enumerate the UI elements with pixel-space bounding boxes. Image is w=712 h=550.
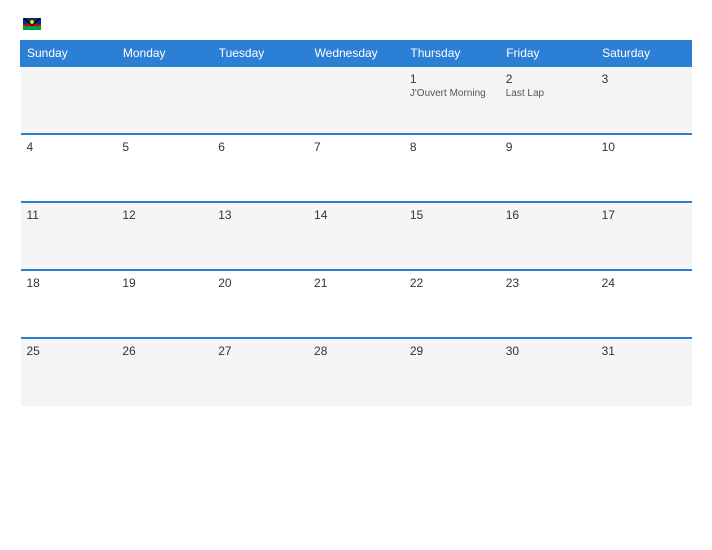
calendar-cell: 22 — [404, 270, 500, 338]
calendar-week-row: 25 26 27 28 29 30 31 — [21, 338, 692, 406]
calendar-cell: 6 — [212, 134, 308, 202]
logo-flag-icon — [23, 18, 41, 30]
calendar-cell: 27 — [212, 338, 308, 406]
calendar-cell — [308, 66, 404, 134]
day-number: 4 — [27, 140, 111, 154]
day-header-wednesday: Wednesday — [308, 41, 404, 67]
calendar-body: 1J'Ouvert Morning2Last Lap34567891011121… — [21, 66, 692, 406]
day-header-tuesday: Tuesday — [212, 41, 308, 67]
calendar-cell: 16 — [500, 202, 596, 270]
day-number: 21 — [314, 276, 398, 290]
calendar-cell: 25 — [21, 338, 117, 406]
day-number: 1 — [410, 72, 494, 86]
calendar-table: SundayMondayTuesdayWednesdayThursdayFrid… — [20, 40, 692, 406]
calendar-page: SundayMondayTuesdayWednesdayThursdayFrid… — [0, 0, 712, 550]
days-header-row: SundayMondayTuesdayWednesdayThursdayFrid… — [21, 41, 692, 67]
day-header-monday: Monday — [116, 41, 212, 67]
calendar-cell: 14 — [308, 202, 404, 270]
calendar-cell: 13 — [212, 202, 308, 270]
calendar-cell: 30 — [500, 338, 596, 406]
day-number: 14 — [314, 208, 398, 222]
calendar-cell — [116, 66, 212, 134]
day-number: 26 — [122, 344, 206, 358]
day-header-sunday: Sunday — [21, 41, 117, 67]
calendar-cell — [21, 66, 117, 134]
calendar-cell: 23 — [500, 270, 596, 338]
header — [20, 18, 692, 30]
calendar-cell: 20 — [212, 270, 308, 338]
day-number: 16 — [506, 208, 590, 222]
day-number: 19 — [122, 276, 206, 290]
event-label: Last Lap — [506, 88, 590, 99]
calendar-cell: 9 — [500, 134, 596, 202]
day-number: 10 — [602, 140, 686, 154]
day-number: 28 — [314, 344, 398, 358]
calendar-week-row: 456789 10 — [21, 134, 692, 202]
day-number: 11 — [27, 208, 111, 222]
day-number: 9 — [506, 140, 590, 154]
day-number: 2 — [506, 72, 590, 86]
day-number: 3 — [602, 72, 686, 86]
day-number: 17 — [602, 208, 686, 222]
day-number: 25 — [27, 344, 111, 358]
calendar-cell: 31 — [596, 338, 692, 406]
calendar-cell: 4 — [21, 134, 117, 202]
day-number: 22 — [410, 276, 494, 290]
calendar-cell: 11 — [21, 202, 117, 270]
calendar-cell: 2 Last Lap — [500, 66, 596, 134]
day-number: 27 — [218, 344, 302, 358]
calendar-cell: 18 — [21, 270, 117, 338]
day-number: 31 — [602, 344, 686, 358]
calendar-week-row: 11 12 13 14 15 16 17 — [21, 202, 692, 270]
day-number: 30 — [506, 344, 590, 358]
calendar-week-row: 18 19 20 21 22 23 24 — [21, 270, 692, 338]
calendar-cell: 15 — [404, 202, 500, 270]
day-number: 18 — [27, 276, 111, 290]
day-number: 23 — [506, 276, 590, 290]
calendar-cell: 19 — [116, 270, 212, 338]
day-number: 24 — [602, 276, 686, 290]
calendar-cell: 7 — [308, 134, 404, 202]
calendar-cell: 12 — [116, 202, 212, 270]
day-number: 20 — [218, 276, 302, 290]
event-label: J'Ouvert Morning — [410, 88, 494, 99]
day-number: 7 — [314, 140, 398, 154]
day-number: 8 — [410, 140, 494, 154]
calendar-cell: 21 — [308, 270, 404, 338]
calendar-cell: 24 — [596, 270, 692, 338]
day-number: 29 — [410, 344, 494, 358]
day-header-saturday: Saturday — [596, 41, 692, 67]
day-number: 15 — [410, 208, 494, 222]
logo — [20, 18, 41, 30]
day-number: 5 — [122, 140, 206, 154]
day-number: 12 — [122, 208, 206, 222]
day-header-thursday: Thursday — [404, 41, 500, 67]
day-number: 6 — [218, 140, 302, 154]
calendar-cell: 17 — [596, 202, 692, 270]
calendar-cell: 1 J'Ouvert Morning — [404, 66, 500, 134]
calendar-cell: 10 — [596, 134, 692, 202]
calendar-header: SundayMondayTuesdayWednesdayThursdayFrid… — [21, 41, 692, 67]
day-header-friday: Friday — [500, 41, 596, 67]
calendar-week-row: 1 J'Ouvert Morning 2 Last Lap 3 — [21, 66, 692, 134]
calendar-cell: 26 — [116, 338, 212, 406]
calendar-cell: 28 — [308, 338, 404, 406]
calendar-cell: 5 — [116, 134, 212, 202]
calendar-cell: 8 — [404, 134, 500, 202]
calendar-cell — [212, 66, 308, 134]
calendar-cell: 3 — [596, 66, 692, 134]
calendar-cell: 29 — [404, 338, 500, 406]
day-number: 13 — [218, 208, 302, 222]
